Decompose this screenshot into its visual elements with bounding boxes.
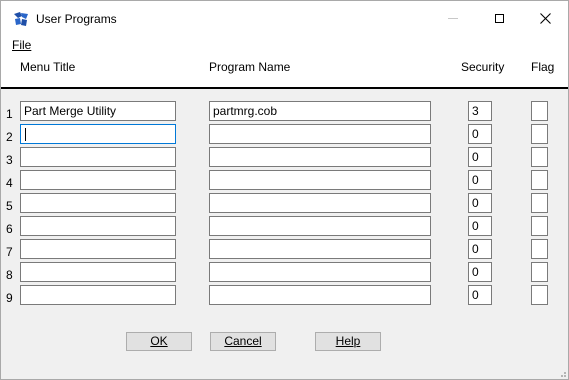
menu-title-field[interactable] (20, 101, 176, 121)
table-row: 1 (1, 101, 568, 124)
row-number: 8 (6, 268, 13, 282)
program-name-field[interactable] (209, 170, 431, 190)
help-button[interactable]: Help (315, 332, 381, 351)
column-header-flag: Flag (531, 60, 555, 74)
minimize-button[interactable] (430, 1, 476, 36)
row-number: 1 (6, 107, 13, 121)
text-caret (25, 128, 26, 141)
table-row: 2 (1, 124, 568, 147)
flag-field[interactable] (531, 239, 548, 259)
security-field[interactable] (468, 193, 492, 213)
security-field[interactable] (468, 239, 492, 259)
table-row: 7 (1, 239, 568, 262)
row-number: 7 (6, 245, 13, 259)
row-number: 5 (6, 199, 13, 213)
security-field[interactable] (468, 124, 492, 144)
table-row: 9 (1, 285, 568, 308)
close-icon (539, 13, 551, 24)
column-header-security: Security (461, 60, 505, 74)
flag-field[interactable] (531, 101, 548, 121)
menu-title-field[interactable] (20, 285, 176, 305)
flag-field[interactable] (531, 147, 548, 167)
menu-title-field[interactable] (20, 239, 176, 259)
security-field[interactable] (468, 170, 492, 190)
row-number: 4 (6, 176, 13, 190)
security-field[interactable] (468, 147, 492, 167)
program-name-field[interactable] (209, 147, 431, 167)
column-header-menu-title: Menu Title (20, 60, 76, 74)
menu-title-field[interactable] (20, 262, 176, 282)
minimize-icon (448, 18, 458, 19)
menu-file[interactable]: File (12, 38, 31, 52)
flag-field[interactable] (531, 216, 548, 236)
security-field[interactable] (468, 262, 492, 282)
row-number: 9 (6, 291, 13, 305)
flag-field[interactable] (531, 193, 548, 213)
menu-title-field[interactable] (20, 147, 176, 167)
program-name-field[interactable] (209, 285, 431, 305)
program-name-field[interactable] (209, 239, 431, 259)
column-header-program-name: Program Name (209, 60, 291, 74)
menu-title-field[interactable] (20, 193, 176, 213)
security-field[interactable] (468, 101, 492, 121)
row-number: 3 (6, 153, 13, 167)
flag-field[interactable] (531, 170, 548, 190)
flag-field[interactable] (531, 124, 548, 144)
table-row: 4 (1, 170, 568, 193)
program-name-field[interactable] (209, 262, 431, 282)
app-icon (13, 12, 29, 26)
security-field[interactable] (468, 216, 492, 236)
program-name-field[interactable] (209, 216, 431, 236)
ok-button[interactable]: OK (126, 332, 192, 351)
row-number: 2 (6, 130, 13, 144)
menu-title-field[interactable] (20, 216, 176, 236)
cancel-label: Cancel (224, 334, 262, 348)
table-row: 3 (1, 147, 568, 170)
table-row: 8 (1, 262, 568, 285)
resize-grip-icon[interactable] (557, 368, 567, 378)
program-name-field[interactable] (209, 124, 431, 144)
menu-title-field[interactable] (20, 170, 176, 190)
help-label: Help (335, 334, 361, 348)
user-programs-window: User Programs File Menu Title Program Na… (0, 0, 569, 380)
row-number: 6 (6, 222, 13, 236)
program-name-field[interactable] (209, 101, 431, 121)
maximize-icon (494, 14, 504, 23)
security-field[interactable] (468, 285, 492, 305)
table-row: 6 (1, 216, 568, 239)
column-header-row: Menu Title Program Name Security Flag (1, 53, 568, 89)
maximize-button[interactable] (476, 1, 522, 36)
flag-field[interactable] (531, 285, 548, 305)
flag-field[interactable] (531, 262, 548, 282)
table-row: 5 (1, 193, 568, 216)
program-name-field[interactable] (209, 193, 431, 213)
close-button[interactable] (522, 1, 568, 36)
ok-label: OK (150, 334, 168, 348)
cancel-button[interactable]: Cancel (210, 332, 276, 351)
window-title: User Programs (36, 12, 117, 26)
menu-bar: File (1, 36, 568, 53)
menu-title-field-focused[interactable] (20, 124, 176, 144)
title-bar[interactable]: User Programs (1, 1, 568, 36)
